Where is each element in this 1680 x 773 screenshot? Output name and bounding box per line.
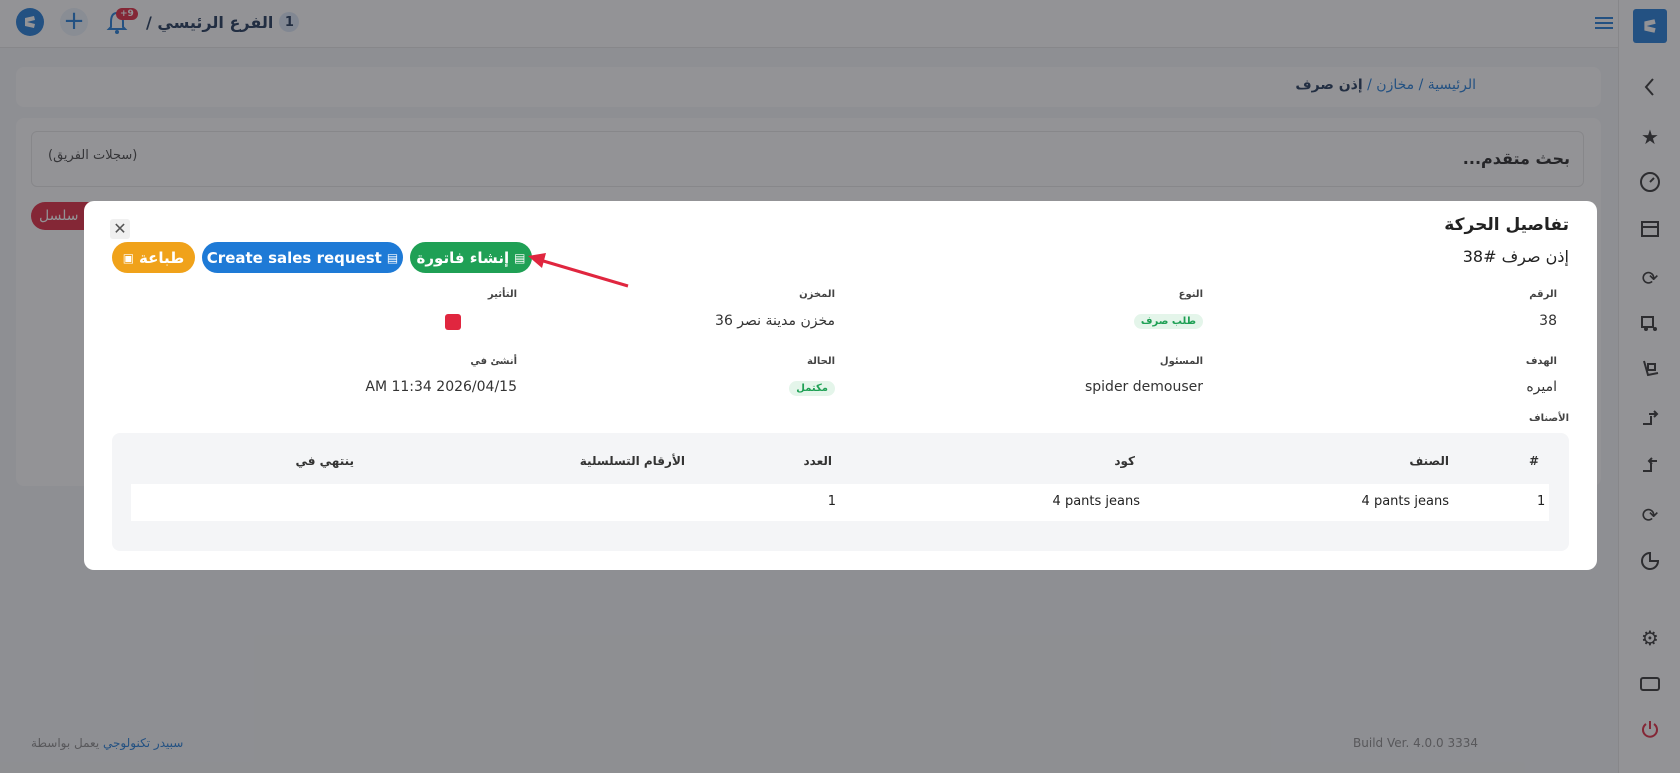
target-value: اميره <box>1526 379 1557 395</box>
target-label: الهدف <box>1525 356 1557 367</box>
status-badge: مكتمل <box>789 381 835 396</box>
create-sales-request-button[interactable]: Create sales request ▤ <box>202 242 403 273</box>
row-index: 1 <box>1537 494 1546 509</box>
invoice-button-label: إنشاء فاتورة <box>416 248 510 267</box>
impact-label: التأثير <box>487 289 517 300</box>
number-label: الرقم <box>1529 289 1557 300</box>
row-quantity: 1 <box>827 494 836 509</box>
col-quantity-header: العدد <box>803 454 832 468</box>
modal-subtitle: إذن صرف #38 <box>1462 247 1569 266</box>
responsible-label: المسئول <box>1159 356 1203 367</box>
type-badge: طلب صرف <box>1133 314 1203 329</box>
status-label: الحالة <box>807 356 835 367</box>
table-row[interactable] <box>131 484 1549 521</box>
col-expires-header: ينتهي في <box>295 454 354 468</box>
create-invoice-button[interactable]: إنشاء فاتورة ▤ <box>410 242 532 273</box>
sales-request-label: Create sales request <box>206 248 382 267</box>
number-value: 38 <box>1539 313 1557 329</box>
modal-title: تفاصيل الحركة <box>1444 215 1569 235</box>
print-icon: ▣ <box>122 250 135 265</box>
col-index-header: # <box>1529 454 1540 468</box>
print-button[interactable]: ▣ طباعة <box>112 242 195 273</box>
document-icon: ▤ <box>386 250 399 265</box>
created-value: 2026/04/15 11:34 AM <box>365 379 517 395</box>
type-label: النوع <box>1178 289 1203 300</box>
col-code-header: كود <box>1114 454 1135 468</box>
responsible-value: spider demouser <box>1084 379 1203 395</box>
items-label: الأصناف <box>1529 413 1569 424</box>
row-code: 4 pants jeans <box>1052 494 1140 509</box>
print-button-label: طباعة <box>139 248 185 267</box>
row-item: 4 pants jeans <box>1361 494 1449 509</box>
impact-out-icon <box>445 314 461 330</box>
warehouse-label: المخزن <box>799 289 835 300</box>
created-label: أنشئ في <box>470 356 517 367</box>
annotation-arrow <box>528 253 629 288</box>
col-item-header: الصنف <box>1409 454 1449 468</box>
col-serials-header: الأرقام التسلسلية <box>579 454 685 468</box>
warehouse-value: مخزن مدينة نصر 36 <box>715 313 835 329</box>
close-icon[interactable]: ✕ <box>110 219 130 239</box>
